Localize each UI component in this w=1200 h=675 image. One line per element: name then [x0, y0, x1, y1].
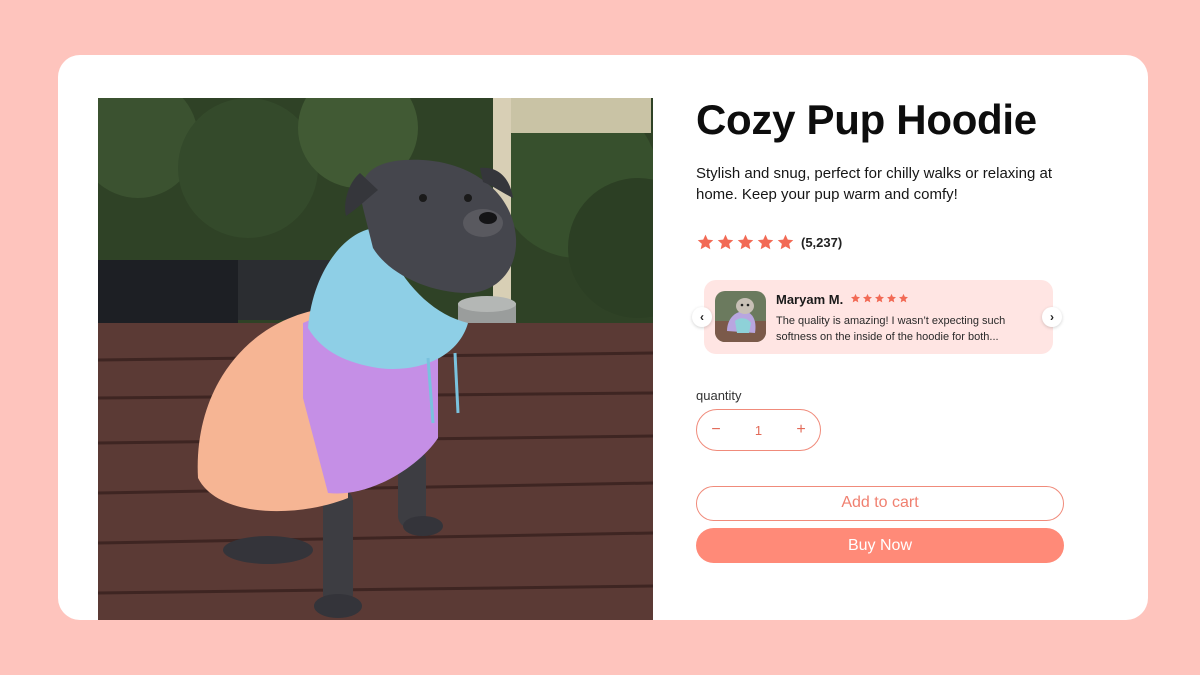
star-icon	[777, 234, 794, 250]
star-icon	[851, 293, 860, 303]
rating-stars	[696, 233, 795, 252]
star-icon	[899, 293, 908, 303]
reviewer-photo	[715, 291, 766, 342]
reviewer-name: Maryam M.	[776, 292, 844, 307]
increase-quantity-button[interactable]: +	[794, 421, 808, 439]
star-icon	[717, 234, 734, 250]
review-text: The quality is amazing! I wasn’t expecti…	[776, 315, 1006, 343]
product-card: Cozy Pup Hoodie Stylish and snug, perfec…	[58, 55, 1148, 620]
add-to-cart-button[interactable]: Add to cart	[696, 486, 1064, 521]
chevron-right-icon: ›	[1050, 310, 1054, 324]
star-icon	[887, 293, 896, 303]
review-stars	[850, 293, 909, 304]
quantity-label: quantity	[696, 388, 742, 403]
star-icon	[697, 234, 714, 250]
star-icon	[757, 234, 774, 250]
review-prev-button[interactable]: ‹	[692, 307, 712, 327]
decrease-quantity-button[interactable]: −	[709, 421, 723, 439]
product-description: Stylish and snug, perfect for chilly wal…	[696, 165, 1052, 203]
quantity-value[interactable]: 1	[755, 423, 762, 438]
product-title: Cozy Pup Hoodie	[696, 96, 1037, 143]
chevron-left-icon: ‹	[700, 310, 704, 324]
star-icon	[863, 293, 872, 303]
star-icon	[737, 234, 754, 250]
rating-count: (5,237)	[801, 235, 843, 250]
star-icon	[875, 293, 884, 303]
product-image	[98, 98, 653, 620]
product-info: Cozy Pup Hoodie Stylish and snug, perfec…	[692, 55, 1096, 620]
quantity-stepper: − 1 +	[696, 409, 821, 451]
review-card: Maryam M. The quality is amazing! I wasn…	[704, 280, 1053, 354]
product-rating: (5,237)	[696, 233, 842, 252]
buy-now-button[interactable]: Buy Now	[696, 528, 1064, 563]
review-next-button[interactable]: ›	[1042, 307, 1062, 327]
